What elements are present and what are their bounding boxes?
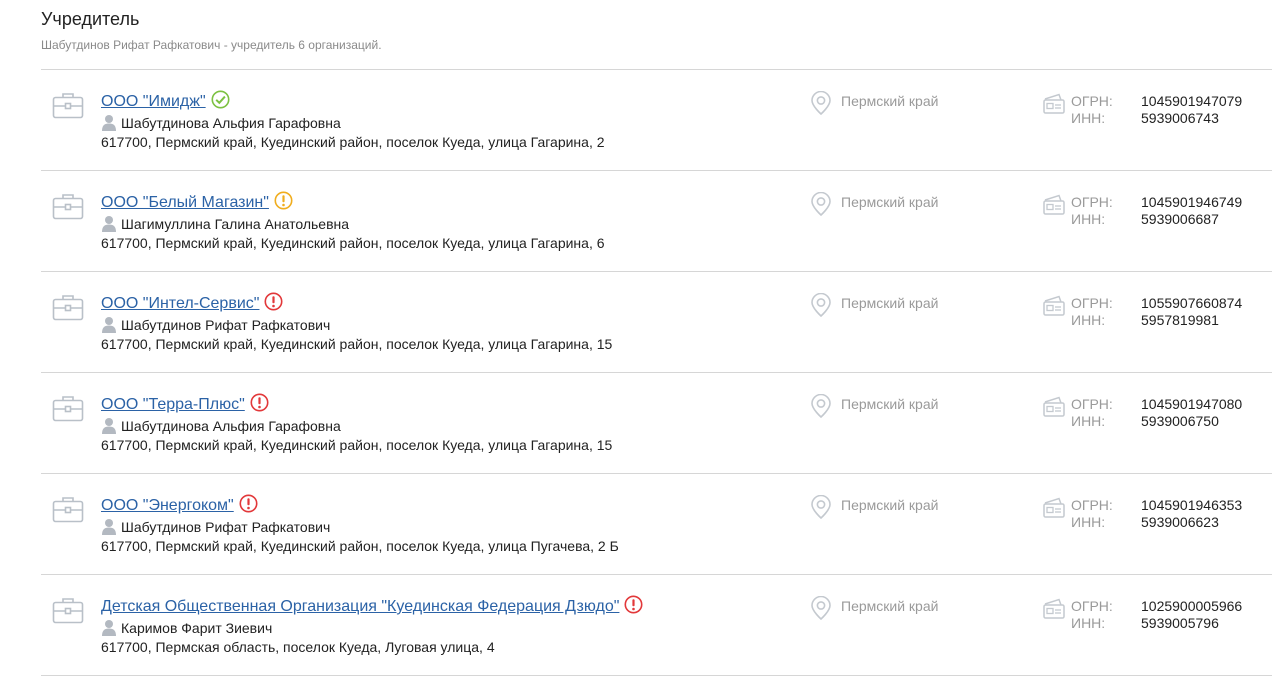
location-pin-icon bbox=[811, 293, 831, 317]
region: Пермский край bbox=[841, 93, 939, 109]
ogrn-label: ОГРН: bbox=[1071, 497, 1113, 513]
location-pin-icon bbox=[811, 394, 831, 418]
ogrn-value: 1045901947080 bbox=[1141, 396, 1243, 412]
director: Шабутдинова Альфия Гарафовна bbox=[101, 417, 341, 434]
region: Пермский край bbox=[841, 396, 939, 412]
organization-link[interactable]: ООО "Энергоком" bbox=[101, 494, 258, 515]
organization-row: ООО "Интел-Сервис" Шабутдинов Рифат Рафк… bbox=[41, 272, 1272, 373]
id-card-icon bbox=[1043, 295, 1065, 316]
address: 617700, Пермский край, Куединский район,… bbox=[101, 336, 613, 352]
director: Каримов Фарит Зиевич bbox=[101, 619, 272, 636]
person-icon bbox=[102, 317, 116, 333]
person-icon bbox=[102, 418, 116, 434]
inn-label: ИНН: bbox=[1071, 312, 1106, 328]
ogrn-label: ОГРН: bbox=[1071, 295, 1113, 311]
ogrn-value: 1045901946353 bbox=[1141, 497, 1243, 513]
address: 617700, Пермский край, Куединский район,… bbox=[101, 134, 605, 150]
alert-circle-icon bbox=[624, 595, 643, 614]
director: Шабутдинов Рифат Рафкатович bbox=[101, 518, 330, 535]
ogrn-label: ОГРН: bbox=[1071, 396, 1113, 412]
location-pin-icon bbox=[811, 495, 831, 519]
ogrn-label: ОГРН: bbox=[1071, 598, 1113, 614]
organization-row: ООО "Энергоком" Шабутдинов Рифат Рафкато… bbox=[41, 474, 1272, 575]
inn-value: 5957819981 bbox=[1141, 312, 1219, 328]
person-icon bbox=[102, 519, 116, 535]
organization-name: ООО "Энергоком" bbox=[101, 497, 234, 514]
inn-value: 5939006687 bbox=[1141, 211, 1219, 227]
id-card-icon bbox=[1043, 396, 1065, 417]
ogrn-value: 1055907660874 bbox=[1141, 295, 1243, 311]
inn-label: ИНН: bbox=[1071, 615, 1106, 631]
organization-row: ООО "Терра-Плюс" Шабутдинова Альфия Гара… bbox=[41, 373, 1272, 474]
director: Шабутдинова Альфия Гарафовна bbox=[101, 114, 341, 131]
inn-value: 5939006750 bbox=[1141, 413, 1219, 429]
address: 617700, Пермская область, поселок Куеда,… bbox=[101, 639, 495, 655]
briefcase-icon bbox=[52, 497, 84, 523]
person-icon bbox=[102, 216, 116, 232]
id-card-icon bbox=[1043, 194, 1065, 215]
director-name: Шабутдинова Альфия Гарафовна bbox=[121, 418, 341, 434]
briefcase-icon bbox=[52, 194, 84, 220]
section-title: Учредитель bbox=[41, 9, 140, 29]
organization-name: ООО "Имидж" bbox=[101, 93, 206, 110]
organization-link[interactable]: ООО "Интел-Сервис" bbox=[101, 292, 283, 313]
director-name: Каримов Фарит Зиевич bbox=[121, 620, 273, 636]
inn-value: 5939005796 bbox=[1141, 615, 1219, 631]
organization-link[interactable]: ООО "Терра-Плюс" bbox=[101, 393, 269, 414]
director-name: Шагимуллина Галина Анатольевна bbox=[121, 216, 350, 232]
ogrn-value: 1025900005966 bbox=[1141, 598, 1243, 614]
briefcase-icon bbox=[52, 598, 84, 624]
alert-circle-icon bbox=[239, 494, 258, 513]
location-pin-icon bbox=[811, 91, 831, 115]
ogrn-label: ОГРН: bbox=[1071, 93, 1113, 109]
inn-value: 5939006623 bbox=[1141, 514, 1219, 530]
inn-label: ИНН: bbox=[1071, 110, 1106, 126]
organization-row: ООО "Белый Магазин" Шагимуллина Галина А… bbox=[41, 171, 1272, 272]
organization-link[interactable]: ООО "Имидж" bbox=[101, 90, 230, 111]
section-subtitle: Шабутдинов Рифат Рафкатович - учредитель… bbox=[41, 38, 382, 52]
person-icon bbox=[102, 115, 116, 131]
inn-label: ИНН: bbox=[1071, 514, 1106, 530]
region: Пермский край bbox=[841, 295, 939, 311]
alert-circle-icon bbox=[250, 393, 269, 412]
director-name: Шабутдинова Альфия Гарафовна bbox=[121, 115, 341, 131]
director: Шагимуллина Галина Анатольевна bbox=[101, 215, 349, 232]
address: 617700, Пермский край, Куединский район,… bbox=[101, 538, 619, 554]
organization-name: Детская Общественная Организация "Куедин… bbox=[101, 598, 620, 615]
location-pin-icon bbox=[811, 192, 831, 216]
region: Пермский край bbox=[841, 194, 939, 210]
warning-circle-icon bbox=[274, 191, 293, 210]
director-name: Шабутдинов Рифат Рафкатович bbox=[121, 317, 331, 333]
organization-link[interactable]: ООО "Белый Магазин" bbox=[101, 191, 293, 212]
region: Пермский край bbox=[841, 598, 939, 614]
id-card-icon bbox=[1043, 598, 1065, 619]
alert-circle-icon bbox=[264, 292, 283, 311]
inn-label: ИНН: bbox=[1071, 413, 1106, 429]
organization-name: ООО "Терра-Плюс" bbox=[101, 396, 245, 413]
ogrn-value: 1045901947079 bbox=[1141, 93, 1243, 109]
ogrn-value: 1045901946749 bbox=[1141, 194, 1243, 210]
organization-name: ООО "Интел-Сервис" bbox=[101, 295, 260, 312]
region: Пермский край bbox=[841, 497, 939, 513]
briefcase-icon bbox=[52, 93, 84, 119]
ogrn-label: ОГРН: bbox=[1071, 194, 1113, 210]
organization-row: Детская Общественная Организация "Куедин… bbox=[41, 575, 1272, 676]
organization-list: ООО "Имидж" Шабутдинова Альфия Гарафовна… bbox=[41, 69, 1272, 676]
director: Шабутдинов Рифат Рафкатович bbox=[101, 316, 330, 333]
inn-label: ИНН: bbox=[1071, 211, 1106, 227]
address: 617700, Пермский край, Куединский район,… bbox=[101, 235, 605, 251]
organization-link[interactable]: Детская Общественная Организация "Куедин… bbox=[101, 595, 643, 616]
address: 617700, Пермский край, Куединский район,… bbox=[101, 437, 613, 453]
id-card-icon bbox=[1043, 497, 1065, 518]
briefcase-icon bbox=[52, 396, 84, 422]
director-name: Шабутдинов Рифат Рафкатович bbox=[121, 519, 331, 535]
briefcase-icon bbox=[52, 295, 84, 321]
check-circle-icon bbox=[211, 90, 230, 109]
inn-value: 5939006743 bbox=[1141, 110, 1219, 126]
organization-name: ООО "Белый Магазин" bbox=[101, 194, 269, 211]
location-pin-icon bbox=[811, 596, 831, 620]
person-icon bbox=[102, 620, 116, 636]
organization-row: ООО "Имидж" Шабутдинова Альфия Гарафовна… bbox=[41, 70, 1272, 171]
id-card-icon bbox=[1043, 93, 1065, 114]
